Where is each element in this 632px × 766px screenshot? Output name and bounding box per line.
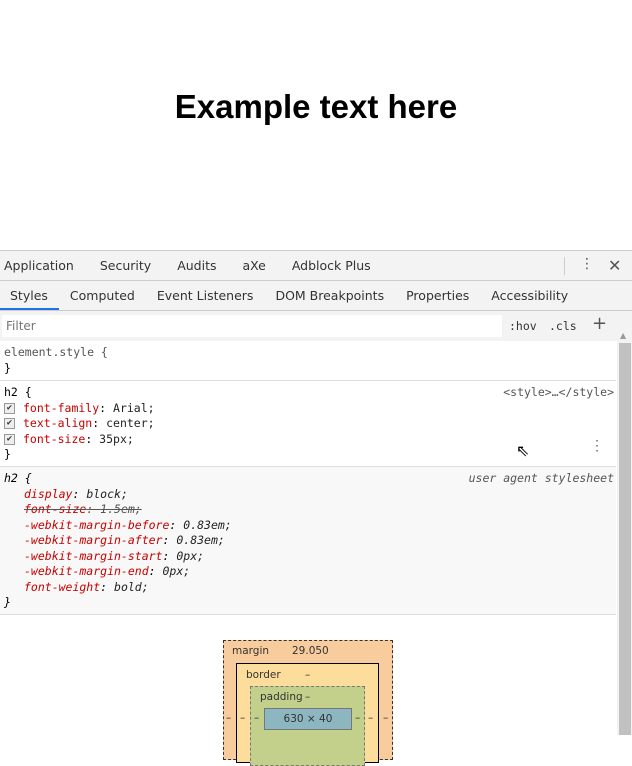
- divider: [564, 257, 565, 275]
- devtools-top-tabs: Application Security Audits aXe Adblock …: [0, 251, 632, 281]
- tab-axe[interactable]: aXe: [242, 258, 265, 273]
- tab-application[interactable]: Application: [4, 258, 74, 273]
- hov-toggle[interactable]: :hov: [509, 319, 537, 333]
- property-value: 1.5em;: [100, 502, 142, 516]
- filter-input[interactable]: [2, 315, 502, 337]
- property-value: bold;: [114, 579, 149, 594]
- styles-sub-tabs: Styles Computed Event Listeners DOM Brea…: [0, 281, 632, 311]
- devtools-panel: Application Security Audits aXe Adblock …: [0, 250, 632, 766]
- property-checkbox[interactable]: ✔: [4, 418, 15, 430]
- tab-audits[interactable]: Audits: [177, 258, 216, 273]
- border-top-value[interactable]: –: [305, 669, 310, 681]
- selector[interactable]: element.style {: [4, 345, 612, 361]
- rendered-page: Example text here: [0, 0, 632, 250]
- border-left-value[interactable]: –: [240, 712, 245, 724]
- tab-properties[interactable]: Properties: [395, 281, 480, 310]
- scrollbar[interactable]: ▲: [617, 331, 632, 735]
- cls-toggle[interactable]: .cls: [549, 319, 577, 333]
- tab-event-listeners[interactable]: Event Listeners: [146, 281, 265, 310]
- example-heading: Example text here: [174, 88, 458, 125]
- property-name: font-weight: [24, 579, 101, 594]
- tab-dom-breakpoints[interactable]: DOM Breakpoints: [264, 281, 395, 310]
- property-value[interactable]: Arial;: [113, 401, 155, 417]
- border-label: border: [246, 669, 281, 681]
- scroll-up-icon[interactable]: ▲: [620, 331, 626, 340]
- element-style-rule: element.style { }: [0, 341, 616, 381]
- tab-accessibility[interactable]: Accessibility: [480, 281, 579, 310]
- margin-label: margin: [232, 645, 270, 657]
- scrollbar-thumb[interactable]: [619, 343, 631, 735]
- tab-security[interactable]: Security: [100, 258, 151, 273]
- tab-adblock-plus[interactable]: Adblock Plus: [292, 258, 371, 273]
- property-checkbox[interactable]: ✔: [4, 433, 15, 445]
- ua-style-rule: h2 { user agent stylesheet display: bloc…: [0, 467, 616, 615]
- margin-left-value[interactable]: –: [226, 712, 231, 724]
- property-value[interactable]: center;: [106, 416, 154, 432]
- overridden-property: font-size: 1.5em;: [24, 502, 142, 516]
- new-rule-icon[interactable]: +: [592, 313, 607, 334]
- rule-source: user agent stylesheet: [468, 471, 614, 485]
- property-value: 0px;: [176, 548, 205, 563]
- tab-styles[interactable]: Styles: [0, 281, 59, 310]
- property-checkbox[interactable]: ✔: [4, 402, 15, 414]
- rule-source-link[interactable]: <style>…</style>: [503, 385, 614, 401]
- property-value: block;: [86, 486, 128, 501]
- padding-right-value[interactable]: –: [355, 712, 360, 724]
- padding-left-value[interactable]: –: [254, 712, 259, 724]
- property-name[interactable]: font-family: [23, 401, 99, 417]
- rule-close: }: [4, 360, 11, 375]
- property-name: -webkit-margin-end: [24, 564, 149, 578]
- close-icon[interactable]: ✕: [608, 256, 621, 275]
- rule-menu-icon[interactable]: ⋮: [590, 438, 604, 455]
- property-name: display: [24, 486, 73, 501]
- property-value: 0.83em;: [183, 517, 232, 532]
- border-right-value[interactable]: –: [368, 712, 373, 724]
- property-name: -webkit-margin-after: [24, 533, 163, 547]
- mouse-cursor-icon: ⇖: [516, 441, 530, 460]
- property-value: 0.83em;: [176, 533, 225, 547]
- property-name[interactable]: font-size: [23, 432, 85, 448]
- property-value[interactable]: 35px;: [99, 432, 134, 448]
- margin-right-value[interactable]: –: [383, 712, 388, 724]
- padding-label: padding: [260, 691, 303, 703]
- property-name: font-size: [24, 502, 87, 516]
- property-name: -webkit-margin-before: [24, 517, 170, 532]
- box-model-content[interactable]: 630 × 40: [264, 708, 352, 730]
- more-options-icon[interactable]: ⋮: [580, 256, 594, 272]
- tab-computed[interactable]: Computed: [59, 281, 146, 310]
- property-name[interactable]: text-align: [23, 416, 92, 432]
- rule-close: }: [4, 595, 11, 609]
- filter-bar: :hov .cls +: [0, 311, 632, 341]
- padding-top-value[interactable]: –: [305, 691, 310, 703]
- property-name: -webkit-margin-start: [24, 548, 163, 563]
- property-value: 0px;: [162, 564, 191, 578]
- margin-top-value[interactable]: 29.050: [292, 645, 329, 657]
